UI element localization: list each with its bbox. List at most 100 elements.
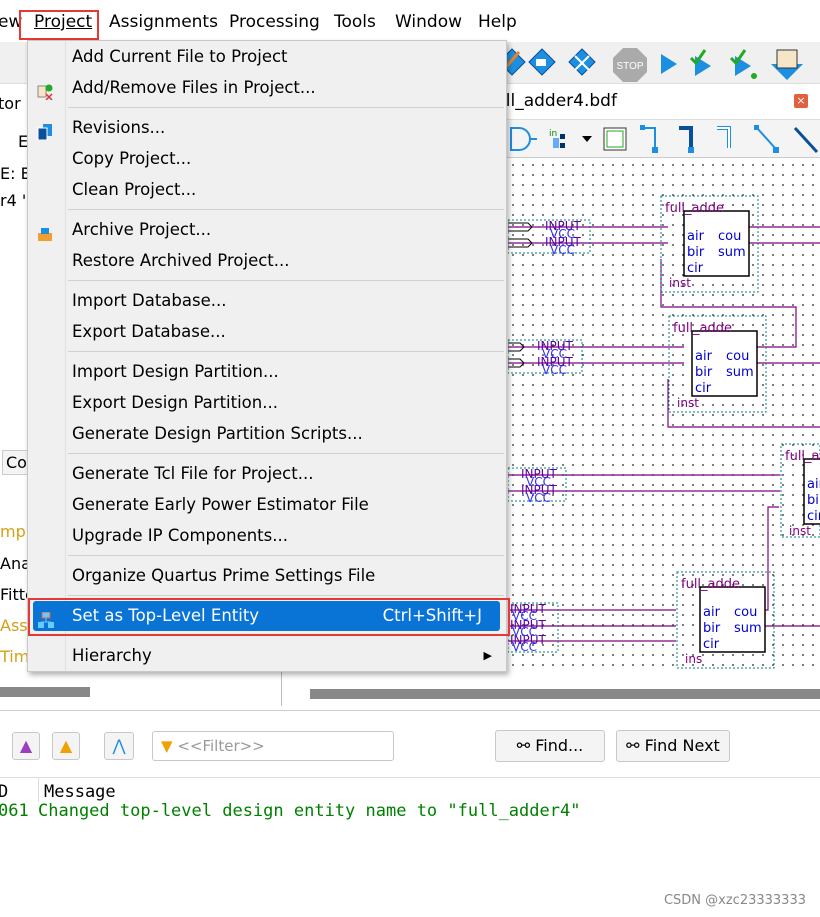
programmer-icon[interactable]: [771, 49, 803, 80]
analysis-elaboration-icon[interactable]: [689, 49, 711, 76]
menu-item-add-current-file[interactable]: Add Current File to Project: [28, 42, 506, 72]
port-label: bir: [695, 365, 713, 380]
pin-tool-icon[interactable]: in: [549, 129, 565, 148]
menu-item-export-design-partition[interactable]: Export Design Partition...: [28, 388, 506, 418]
inst-label: inst: [789, 524, 811, 538]
pin-value: VCC: [526, 475, 551, 489]
warning-filter-icon[interactable]: ▲: [52, 732, 80, 760]
full-adder-block[interactable]: full_adde air bir cir cou sum inst: [665, 201, 750, 290]
analysis-synthesis-icon[interactable]: [528, 48, 556, 76]
suppress-filter-icon[interactable]: ⋀: [104, 732, 134, 760]
menu-separator: [68, 280, 504, 281]
menu-tools[interactable]: Tools: [334, 12, 376, 32]
menu-item-clean-project[interactable]: Clean Project...: [28, 175, 506, 205]
close-tab-icon[interactable]: ×: [794, 94, 808, 108]
menu-item-add-remove-files[interactable]: Add/Remove Files in Project...: [28, 73, 506, 103]
timing-analysis-icon[interactable]: [729, 49, 757, 79]
svg-text:in: in: [549, 129, 557, 139]
menu-item-import-database[interactable]: Import Database...: [28, 286, 506, 316]
message-id: 061: [0, 801, 29, 821]
menu-separator: [68, 555, 504, 556]
menu-item-generate-partition-scripts[interactable]: Generate Design Partition Scripts...: [28, 419, 506, 449]
schematic-canvas[interactable]: INPUT INPUT INPUT INPUT INPUT INPUT INPUT IN…: [507, 160, 820, 670]
filter-input[interactable]: ▼ <<Filter>>: [152, 731, 394, 761]
revisions-icon: [37, 120, 53, 141]
menu-item-label: Hierarchy: [72, 646, 152, 665]
inst-label: ins: [685, 652, 702, 666]
task-compile[interactable]: mpi: [0, 522, 30, 541]
block-title: full_adde: [673, 321, 732, 336]
menu-separator: [68, 107, 504, 108]
menu-item-revisions[interactable]: Revisions...: [28, 113, 506, 143]
port-label: air: [695, 349, 713, 364]
menu-item-label: Archive Project...: [72, 220, 212, 239]
editor-tab-title[interactable]: ull_adder4.bdf: [495, 91, 617, 111]
svg-text:STOP: STOP: [616, 61, 643, 72]
column-header-id: D: [0, 782, 9, 802]
annotation-box-set-top-level: [28, 598, 510, 636]
menu-item-archive-project[interactable]: Archive Project...: [28, 215, 506, 245]
find-next-button[interactable]: ⚯ Find Next: [616, 730, 730, 762]
port-label: cir: [687, 261, 704, 276]
conduit-tool-icon[interactable]: [717, 126, 731, 148]
archive-icon: [37, 222, 53, 241]
editor-horizontal-scrollbar[interactable]: [310, 689, 820, 699]
menu-help[interactable]: Help: [478, 12, 517, 32]
port-label: cir: [703, 637, 720, 652]
block-title: full_adde: [665, 201, 724, 216]
port-label: bir: [687, 245, 705, 260]
orthogonal-bus-tool-icon[interactable]: [679, 126, 693, 148]
pin-value: VCC: [550, 243, 575, 257]
panel-text: tor: [0, 94, 21, 113]
orthogonal-node-tool-icon[interactable]: [643, 127, 656, 148]
start-compilation-icon[interactable]: [661, 54, 677, 74]
find-button[interactable]: ⚯ Find...: [495, 730, 605, 762]
critical-warning-filter-icon[interactable]: ▲: [12, 732, 40, 760]
pin-value: VCC: [512, 640, 537, 654]
left-scrollbar[interactable]: [0, 687, 90, 697]
messages-panel: ▲ ▲ ⋀ ▼ <<Filter>> ⚯ Find... ⚯ Find Next…: [0, 710, 820, 917]
fitter-icon[interactable]: [568, 48, 596, 76]
pin-value: VCC: [542, 363, 567, 377]
menu-item-label: Restore Archived Project...: [72, 251, 290, 270]
inst-label: inst: [669, 276, 691, 290]
schematic: INPUTINPUT INPUTINPUT INPUTINPUT INPUTIN…: [507, 195, 820, 669]
messages-table: D Message 061 Changed top-level design e…: [0, 777, 820, 825]
menu-item-export-database[interactable]: Export Database...: [28, 317, 506, 347]
menu-window[interactable]: Window: [395, 12, 462, 32]
menu-item-copy-project[interactable]: Copy Project...: [28, 144, 506, 174]
menu-processing[interactable]: Processing: [229, 12, 320, 32]
symbol-tool-icon[interactable]: [510, 127, 537, 151]
menu-item-upgrade-ip[interactable]: Upgrade IP Components...: [28, 521, 506, 551]
stop-icon[interactable]: STOP: [613, 48, 647, 82]
dropdown-arrow-icon[interactable]: [582, 136, 592, 142]
menu-item-label: Add Current File to Project: [72, 47, 288, 66]
watermark: CSDN @xzc23333333: [663, 893, 806, 908]
menu-item-hierarchy[interactable]: Hierarchy ▶: [28, 641, 506, 671]
port-label: cir: [695, 381, 712, 396]
menu-item-restore-archived[interactable]: Restore Archived Project...: [28, 246, 506, 276]
menu-item-label: Revisions...: [72, 118, 166, 137]
find-next-label: Find Next: [644, 736, 720, 755]
menu-separator: [68, 595, 504, 596]
menu-item-label: Clean Project...: [72, 180, 197, 199]
port-label: cou: [734, 605, 757, 620]
menu-item-label: Copy Project...: [72, 149, 192, 168]
full-adder-block[interactable]: full_adde air bir cir cou sum ins: [681, 577, 766, 666]
table-row[interactable]: 061 Changed top-level design entity name…: [0, 801, 820, 825]
menu-separator: [68, 351, 504, 352]
diagonal-node-tool-icon[interactable]: [756, 127, 776, 149]
port-label: cou: [726, 349, 749, 364]
menu-item-label: Generate Design Partition Scripts...: [72, 424, 363, 443]
diagonal-bus-tool-icon[interactable]: [793, 126, 819, 154]
menu-item-generate-tcl[interactable]: Generate Tcl File for Project...: [28, 459, 506, 489]
pin-value: VCC: [542, 347, 567, 361]
menu-assignments[interactable]: Assignments: [109, 12, 218, 32]
menu-item-import-design-partition[interactable]: Import Design Partition...: [28, 357, 506, 387]
full-adder-block[interactable]: full_adde air bir cir cou sum inst: [673, 321, 758, 410]
menu-item-generate-power-estimator[interactable]: Generate Early Power Estimator File: [28, 490, 506, 520]
pin-value: VCC: [550, 227, 575, 241]
inst-label: inst: [677, 396, 699, 410]
full-adder-block[interactable]: full_adde air bir cir inst: [785, 449, 820, 538]
menu-item-organize-settings[interactable]: Organize Quartus Prime Settings File: [28, 561, 506, 591]
